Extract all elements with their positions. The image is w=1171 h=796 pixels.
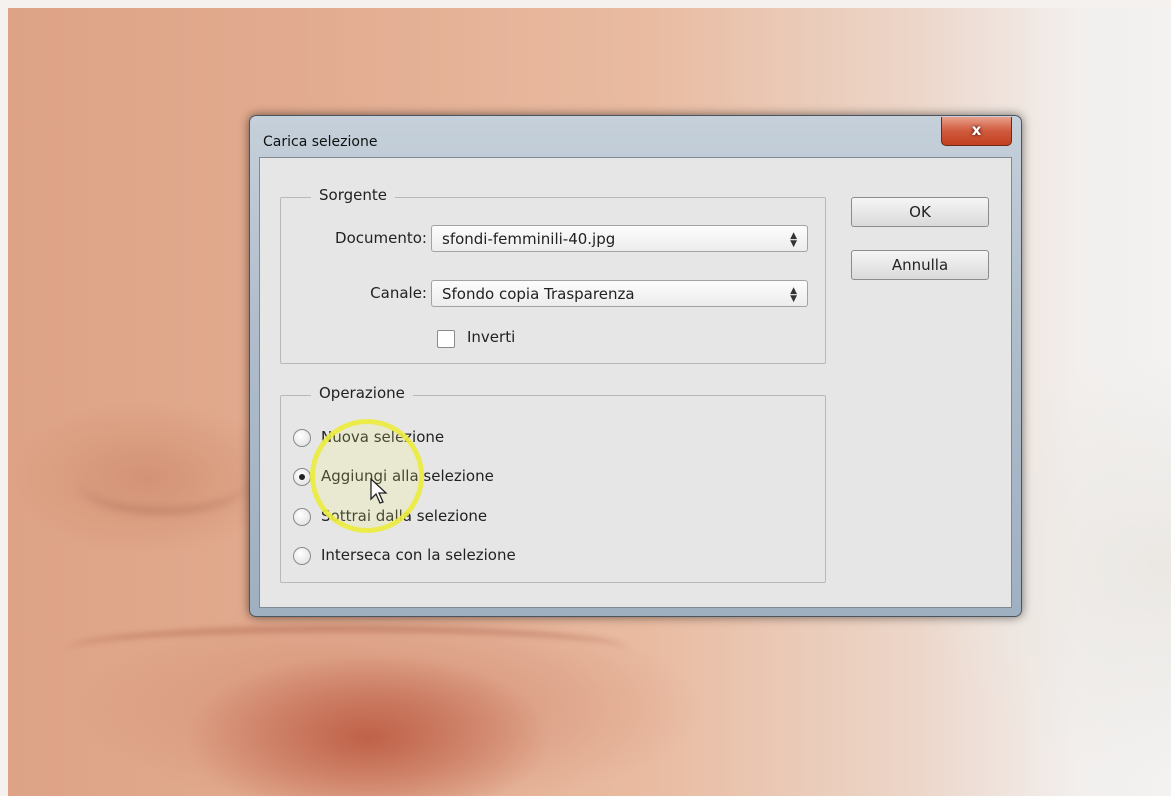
document-value: sfondi-femminili-40.jpg xyxy=(442,230,616,248)
cursor-highlight xyxy=(310,419,424,533)
radio-button[interactable] xyxy=(293,508,311,526)
photo-nose-shadow xyxy=(78,448,248,514)
invert-checkbox[interactable] xyxy=(437,330,455,348)
radio-button[interactable] xyxy=(293,429,311,447)
operation-legend: Operazione xyxy=(311,384,413,402)
close-button[interactable]: x xyxy=(941,117,1012,146)
updown-arrows-icon: ▲ ▼ xyxy=(790,231,797,249)
channel-select[interactable]: Sfondo copia Trasparenza ▲ ▼ xyxy=(431,280,808,307)
radio-label: Interseca con la selezione xyxy=(321,546,516,564)
dialog-title: Carica selezione xyxy=(263,134,378,150)
invert-label: Inverti xyxy=(467,328,516,346)
radio-button[interactable] xyxy=(293,547,311,565)
document-select[interactable]: sfondi-femminili-40.jpg ▲ ▼ xyxy=(431,225,808,252)
channel-value: Sfondo copia Trasparenza xyxy=(442,285,635,303)
channel-label: Canale: xyxy=(370,284,427,302)
photo-lip-line xyxy=(68,626,628,672)
source-legend: Sorgente xyxy=(311,186,395,204)
source-group: Sorgente Documento: sfondi-femminili-40.… xyxy=(280,186,826,364)
updown-arrows-icon: ▲ ▼ xyxy=(790,286,797,304)
mouse-pointer-icon xyxy=(370,478,388,504)
cancel-button[interactable]: Annulla xyxy=(851,250,989,280)
load-selection-dialog: Carica selezione x Sorgente Documento: s… xyxy=(249,115,1022,617)
ok-button[interactable]: OK xyxy=(851,197,989,227)
close-icon: x xyxy=(971,121,982,139)
dialog-body: Sorgente Documento: sfondi-femminili-40.… xyxy=(259,157,1012,608)
radio-button-checked[interactable] xyxy=(293,468,311,486)
document-label: Documento: xyxy=(335,229,427,247)
